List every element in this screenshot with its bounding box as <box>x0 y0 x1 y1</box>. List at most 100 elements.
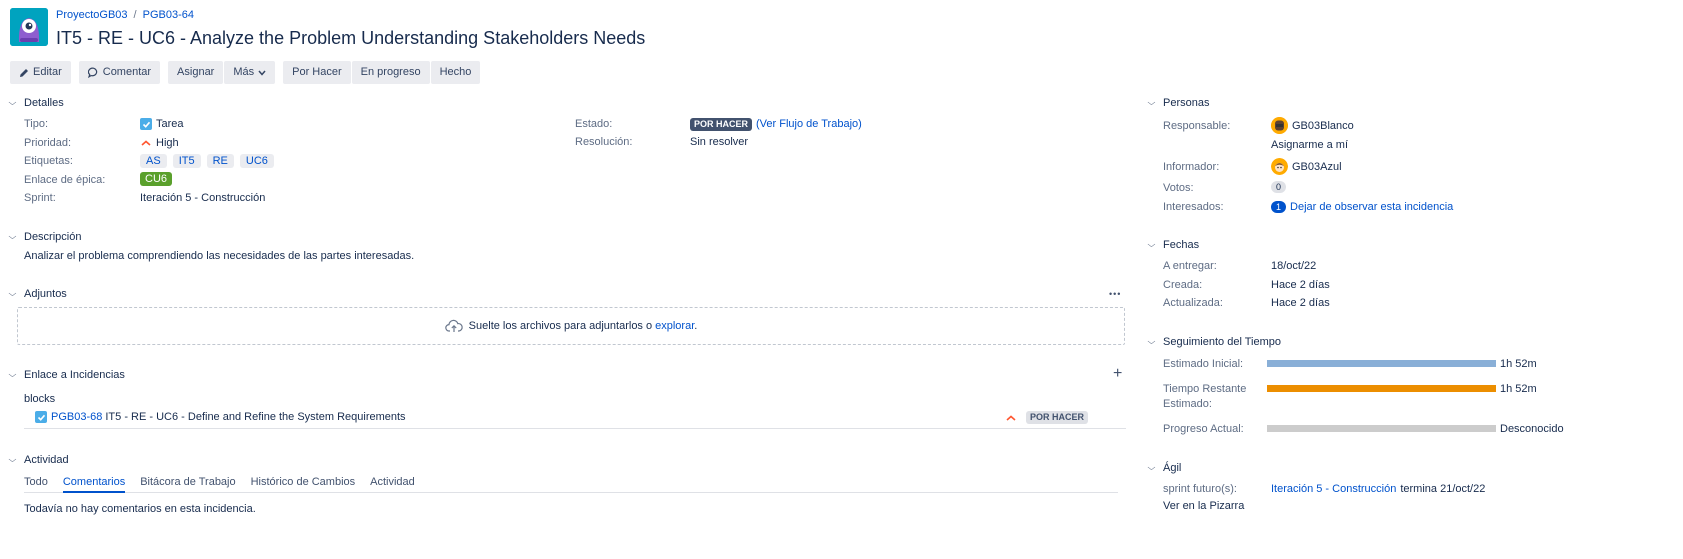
linked-issue-status: POR HACER <box>1026 411 1089 424</box>
sprint-label: Sprint: <box>24 192 56 204</box>
type-value: Tarea <box>140 117 184 131</box>
created-value: Hace 2 días <box>1271 279 1330 291</box>
reporter-value[interactable]: GB03Azul <box>1271 158 1342 175</box>
agile-section-toggle[interactable]: ⌵ Ágil <box>1147 461 1182 475</box>
priority-label: Prioridad: <box>24 137 72 149</box>
attachments-heading: Adjuntos <box>24 288 67 300</box>
due-date-label: A entregar: <box>1163 260 1217 272</box>
attachment-dropzone[interactable]: Suelte los archivos para adjuntarlos o e… <box>17 307 1125 345</box>
breadcrumb: ProyectoGB03 / PGB03-64 <box>56 8 645 24</box>
people-heading: Personas <box>1163 97 1210 109</box>
dropzone-text: Suelte los archivos para adjuntarlos o <box>468 320 653 332</box>
pencil-icon <box>20 68 28 77</box>
label-chip[interactable]: UC6 <box>239 154 274 168</box>
browse-files-link[interactable]: explorar <box>655 320 694 332</box>
edit-button[interactable]: Editar <box>10 61 71 84</box>
people-section-toggle[interactable]: ⌵ Personas <box>1147 96 1210 110</box>
issue-title[interactable]: IT5 - RE - UC6 - Analyze the Problem Und… <box>56 26 645 50</box>
priority-high-icon <box>1006 415 1016 421</box>
assign-to-me-link[interactable]: Asignarme a mí <box>1271 138 1348 152</box>
description-text[interactable]: Analizar el problema comprendiendo las n… <box>24 249 414 263</box>
issue-links-section-toggle[interactable]: ⌵ Enlace a Incidencias <box>8 368 125 382</box>
future-sprint-value: Iteración 5 - Construcción termina 21/oc… <box>1271 482 1485 496</box>
updated-value: Hace 2 días <box>1271 297 1330 309</box>
created-label: Creada: <box>1163 279 1203 291</box>
linked-issue-row[interactable]: PGB03-68 IT5 - RE - UC6 - Define and Ref… <box>24 408 1126 429</box>
linked-issue-title[interactable]: IT5 - RE - UC6 - Define and Refine the S… <box>105 410 405 424</box>
done-transition-button[interactable]: Hecho <box>430 61 481 84</box>
comment-button-label: Comentar <box>102 66 152 78</box>
future-sprint-end: termina 21/oct/22 <box>1400 483 1486 495</box>
chevron-down-icon: ⌵ <box>8 455 17 464</box>
link-relation-heading: blocks <box>24 393 56 405</box>
dates-heading: Fechas <box>1163 239 1200 251</box>
activity-heading: Actividad <box>24 454 69 466</box>
time-logged-bar <box>1267 425 1496 432</box>
labels-label: Etiquetas: <box>24 155 73 167</box>
label-chip[interactable]: RE <box>206 154 234 168</box>
dates-section-toggle[interactable]: ⌵ Fechas <box>1148 238 1200 252</box>
chevron-down-icon: ⌵ <box>8 289 17 298</box>
remaining-estimate-track <box>1267 385 1496 392</box>
original-estimate-value: 1h 52m <box>1500 358 1537 370</box>
tab-activity[interactable]: Actividad <box>370 475 415 492</box>
description-section-toggle[interactable]: ⌵ Descripción <box>8 230 82 244</box>
chevron-down-icon: ⌵ <box>1147 98 1156 107</box>
chevron-down-icon: ⌵ <box>8 370 17 379</box>
more-button[interactable]: Más <box>224 61 276 84</box>
add-link-button[interactable]: + <box>1113 366 1122 382</box>
assignee-label: Responsable: <box>1163 120 1231 132</box>
linked-issue-summary: PGB03-68 IT5 - RE - UC6 - Define and Ref… <box>35 410 406 424</box>
breadcrumb-separator: / <box>133 9 137 21</box>
chevron-down-icon: ⌵ <box>8 232 17 241</box>
tab-comments[interactable]: Comentarios <box>62 475 126 493</box>
time-tracking-section-toggle[interactable]: ⌵ Seguimiento del Tiempo <box>1147 335 1282 349</box>
view-on-board-link[interactable]: Ver en la Pizarra <box>1163 499 1244 513</box>
watchers-badge[interactable]: 1 <box>1271 201 1287 213</box>
epic-lozenge[interactable]: CU6 <box>140 172 173 186</box>
tab-work-log[interactable]: Bitácora de Trabajo <box>140 475 235 492</box>
votes-badge: 0 <box>1271 181 1287 193</box>
linked-issue-key[interactable]: PGB03-68 <box>51 410 102 424</box>
priority-high-icon <box>141 140 151 146</box>
breadcrumb-issue-link[interactable]: PGB03-64 <box>143 8 194 24</box>
assign-button[interactable]: Asignar <box>168 61 224 84</box>
tab-all[interactable]: Todo <box>24 475 48 492</box>
unwatch-link[interactable]: Dejar de observar esta incidencia <box>1290 200 1453 214</box>
remaining-estimate-value: 1h 52m <box>1500 383 1537 395</box>
reporter-label: Informador: <box>1163 161 1220 173</box>
priority-value: High <box>140 136 179 150</box>
attachments-section-toggle[interactable]: ⌵ Adjuntos <box>8 287 67 301</box>
view-workflow-link[interactable]: (Ver Flujo de Trabajo) <box>756 117 862 131</box>
task-icon <box>140 118 152 130</box>
details-section-toggle[interactable]: ⌵ Detalles <box>8 96 64 110</box>
original-estimate-label: Estimado Inicial: <box>1163 358 1244 370</box>
activity-section-toggle[interactable]: ⌵ Actividad <box>8 453 69 467</box>
issue-links-heading: Enlace a Incidencias <box>24 369 125 381</box>
assignee-value[interactable]: GB03Blanco <box>1271 117 1354 134</box>
cloud-upload-icon <box>444 319 463 332</box>
chevron-down-icon: ⌵ <box>1147 337 1156 346</box>
in-progress-transition-button[interactable]: En progreso <box>351 61 430 84</box>
comment-button[interactable]: Comentar <box>78 61 161 84</box>
label-chip[interactable]: IT5 <box>172 154 201 168</box>
todo-transition-button[interactable]: Por Hacer <box>283 61 351 84</box>
votes-value[interactable]: 0 <box>1271 181 1287 193</box>
tab-history[interactable]: Histórico de Cambios <box>251 475 356 492</box>
future-sprint-label: sprint futuro(s): <box>1163 483 1237 495</box>
chevron-down-icon: ⌵ <box>8 98 17 107</box>
label-chip[interactable]: AS <box>140 154 167 168</box>
sprint-value: Iteración 5 - Construcción <box>140 192 266 204</box>
dropzone-period: . <box>694 320 698 332</box>
resolution-value: Sin resolver <box>690 136 749 148</box>
attachments-more-icon[interactable]: ••• <box>1109 287 1121 301</box>
avatar <box>1271 158 1288 175</box>
project-avatar[interactable] <box>10 8 48 46</box>
breadcrumb-project-link[interactable]: ProyectoGB03 <box>56 8 128 24</box>
chevron-down-icon: ⌵ <box>1147 463 1156 472</box>
due-date-value: 18/oct/22 <box>1271 260 1317 272</box>
updated-label: Actualizada: <box>1163 297 1223 309</box>
future-sprint-link[interactable]: Iteración 5 - Construcción <box>1271 482 1396 496</box>
description-heading: Descripción <box>24 231 82 243</box>
type-label: Tipo: <box>24 118 49 130</box>
